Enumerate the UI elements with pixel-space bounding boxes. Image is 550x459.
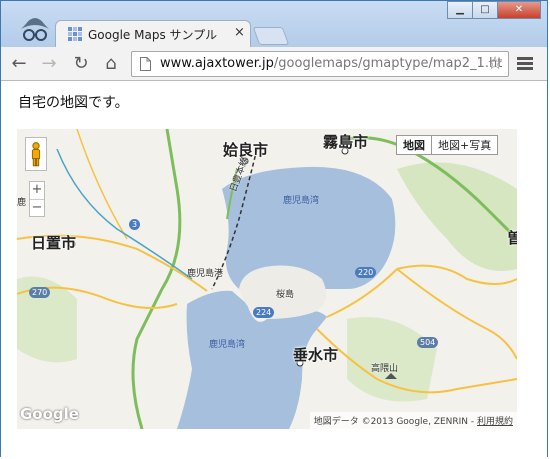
label-takatogeyama: 高隈山 [371, 364, 399, 374]
google-map[interactable]: 姶良市 霧島市 日置市 垂水市 鹿児島湾 鹿児島港 桜島 鹿児島湾 高隈山 日豊… [17, 129, 517, 429]
tab-close-icon[interactable]: × [234, 25, 245, 40]
zoom-in-button[interactable]: + [30, 182, 44, 200]
close-window-button[interactable]: ✕ [497, 1, 541, 19]
grid-favicon-icon [68, 27, 82, 41]
url-path: /googlemaps/gmaptype/map2_1.ht [273, 56, 503, 71]
back-icon[interactable]: ← [9, 54, 29, 74]
incognito-icon [21, 18, 49, 41]
route-224-shield: 224 [253, 307, 275, 318]
google-logo[interactable]: Google [20, 405, 79, 423]
label-edge-right: 曽 [507, 229, 517, 247]
new-tab-button[interactable] [252, 27, 290, 45]
map-type-control: 地図 地図+写真 [396, 135, 499, 155]
label-kirishima: 霧島市 [323, 133, 369, 151]
label-tarumizu: 垂水市 [293, 346, 339, 364]
route-504-shield: 504 [417, 337, 439, 348]
label-kagoshima-port: 鹿児島港 [187, 269, 224, 279]
label-kagoshima-bay-north: 鹿児島湾 [283, 196, 320, 206]
bookmark-star-icon[interactable]: ☆ [487, 53, 503, 74]
address-bar[interactable]: www.ajaxtower.jp/googlemaps/gmaptype/map… [131, 51, 509, 77]
url-text: www.ajaxtower.jp/googlemaps/gmaptype/map… [160, 56, 502, 71]
intro-text: 自宅の地図です。 [18, 95, 129, 111]
label-kagoshima-bay-south: 鹿児島湾 [209, 340, 246, 350]
home-icon[interactable]: ⌂ [101, 54, 121, 74]
terms-link[interactable]: 利用規約 [477, 417, 513, 427]
route-220-shield: 220 [355, 267, 377, 278]
label-edge-left: 鹿 [17, 198, 27, 208]
route-3-shield: 3 [129, 219, 141, 230]
browser-toolbar: ← → ↻ ⌂ www.ajaxtower.jp/googlemaps/gmap… [1, 47, 547, 81]
tab-google-maps-sample[interactable]: Google Maps サンプル × [55, 20, 251, 47]
tab-title: Google Maps サンプル [88, 28, 218, 42]
title-bar: Google Maps サンプル × ▁ □ ✕ [1, 1, 547, 47]
page-content: 自宅の地図です。 姶良市 霧島市 日置市 垂水市 鹿児島湾 鹿児島港 桜島 鹿児… [1, 81, 547, 458]
reload-icon[interactable]: ↻ [71, 54, 91, 74]
zoom-control: + − [29, 181, 45, 217]
label-hioki: 日置市 [31, 234, 77, 252]
minimize-button[interactable]: ▁ [447, 1, 473, 19]
map-type-map-button[interactable]: 地図 [396, 135, 432, 155]
map-canvas [17, 129, 517, 429]
browser-window: Google Maps サンプル × ▁ □ ✕ ← → ↻ ⌂ www.aja… [0, 0, 548, 458]
zoom-out-button[interactable]: − [30, 200, 44, 217]
page-icon [140, 57, 151, 71]
route-270-shield: 270 [29, 287, 51, 298]
menu-icon[interactable] [517, 55, 533, 73]
attribution-text: 地図データ ©2013 Google, ZENRIN - [313, 417, 477, 427]
forward-icon[interactable]: → [39, 54, 59, 74]
map-attribution: 地図データ ©2013 Google, ZENRIN - 利用規約 [309, 412, 517, 429]
label-sakurajima: 桜島 [276, 290, 295, 300]
maximize-button[interactable]: □ [472, 1, 498, 19]
street-view-pegman-icon[interactable] [25, 137, 47, 171]
map-type-hybrid-button[interactable]: 地図+写真 [432, 135, 499, 155]
window-controls: ▁ □ ✕ [447, 1, 541, 19]
url-host: www.ajaxtower.jp [160, 56, 274, 71]
